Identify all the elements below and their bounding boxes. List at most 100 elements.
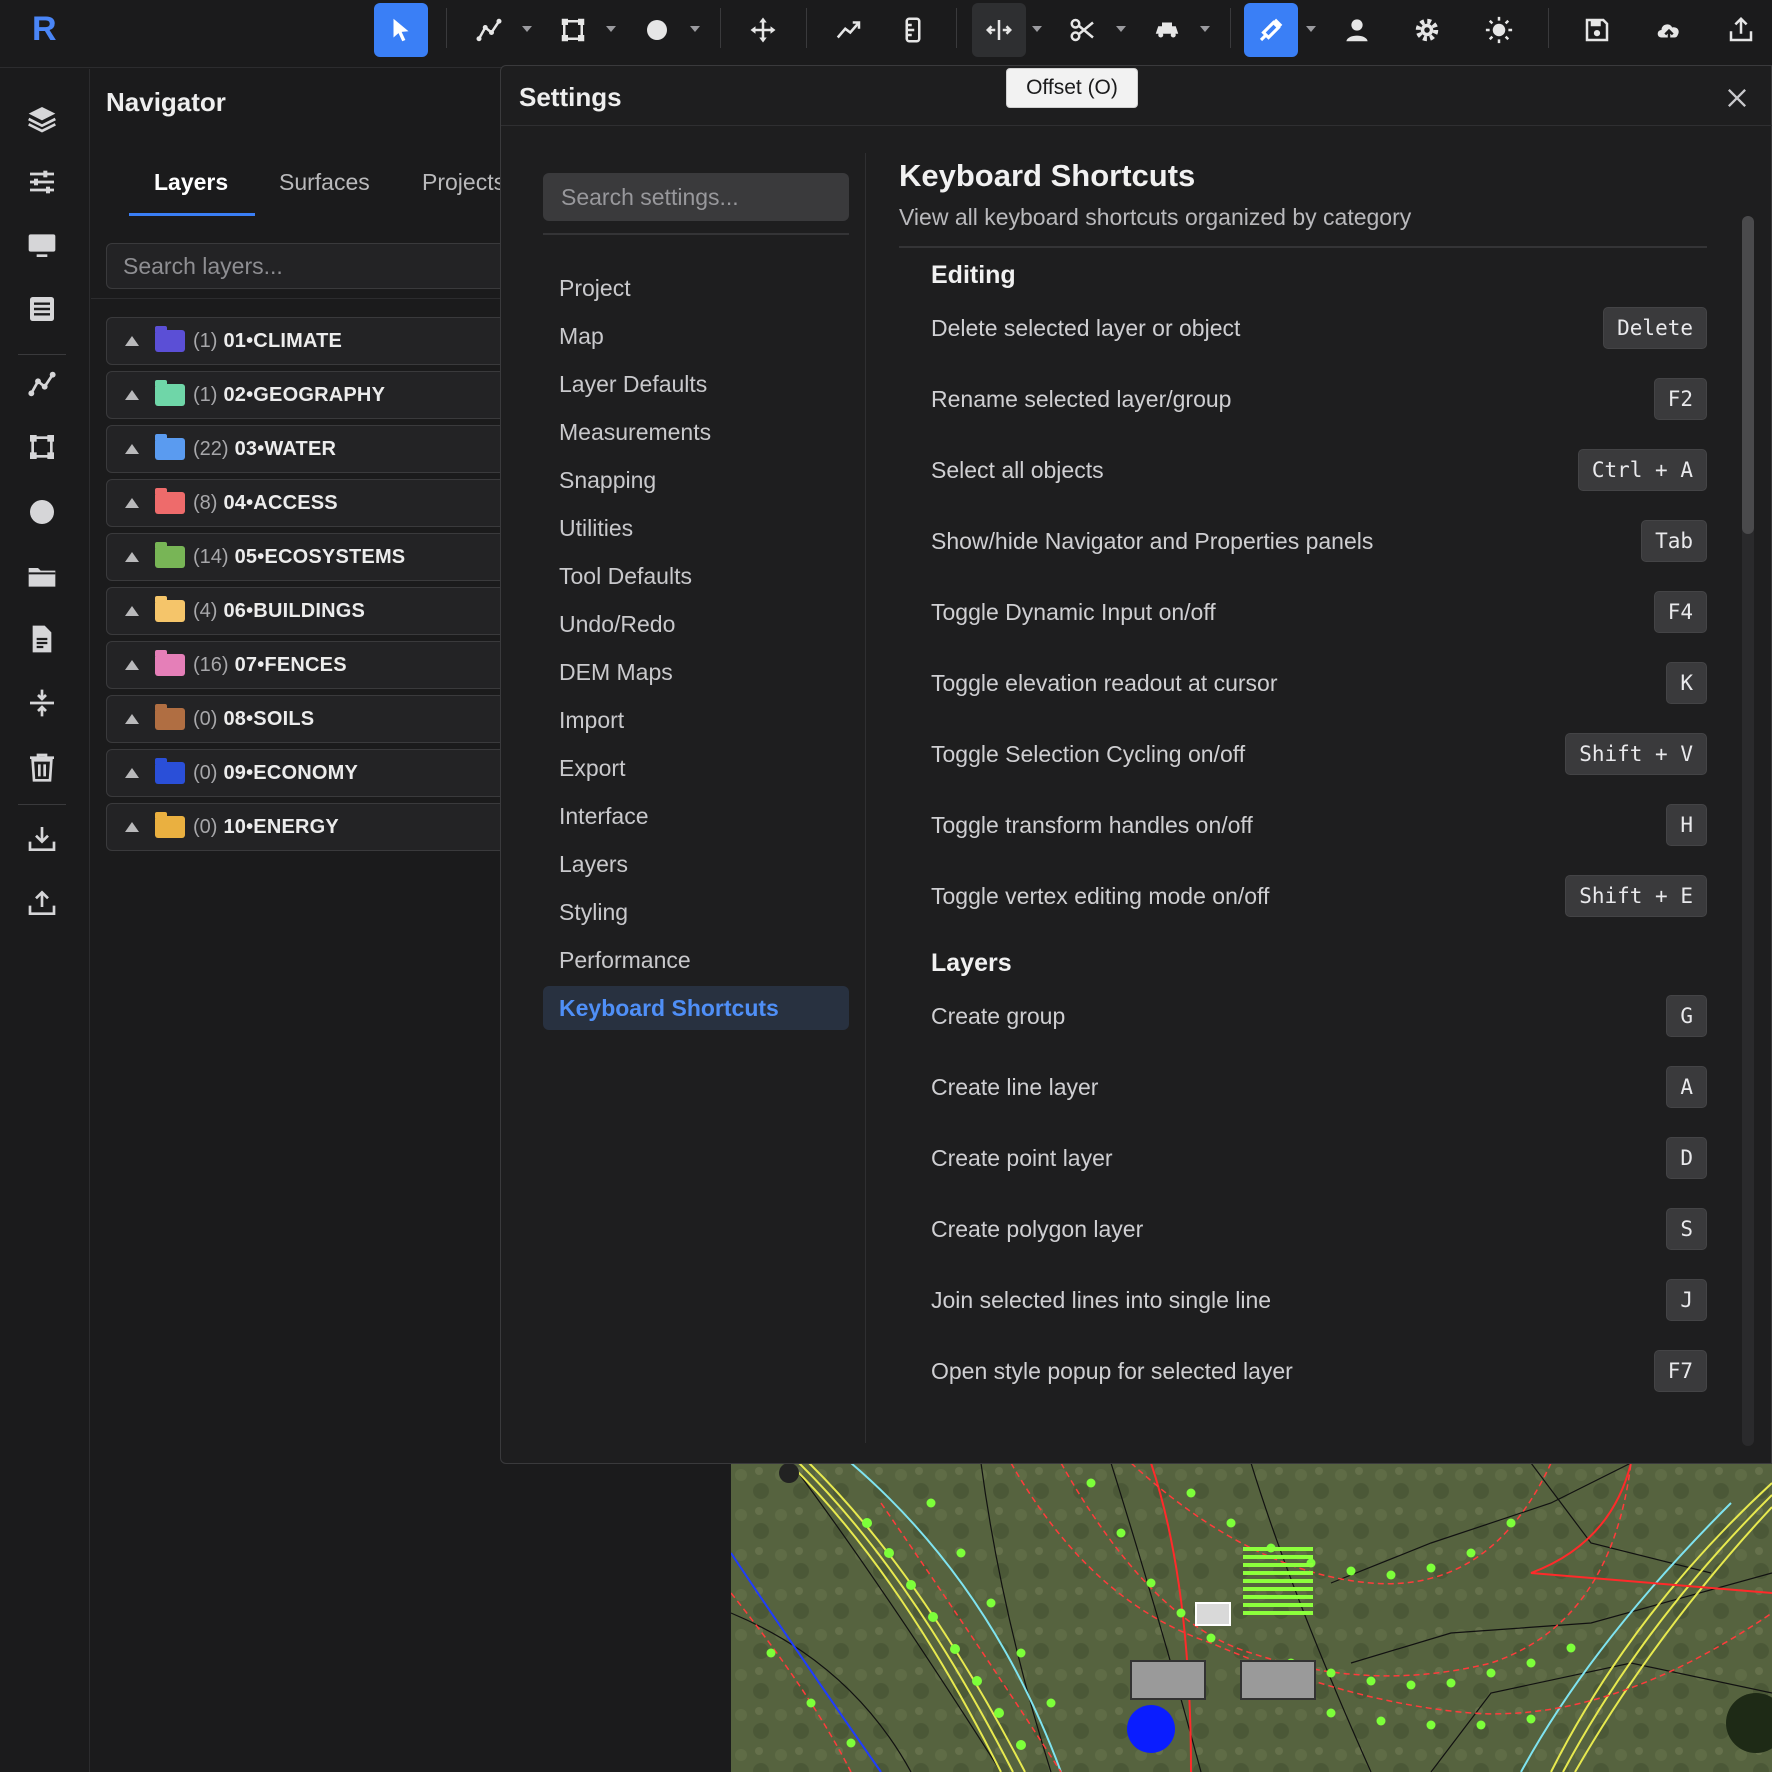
settings-menu-item[interactable]: Performance [543,938,849,982]
rail-delete-button[interactable] [22,747,62,787]
settings-menu-item[interactable]: Snapping [543,458,849,502]
theme-toggle-button[interactable] [1472,3,1526,57]
layers-panel-button[interactable] [22,99,62,139]
expand-arrow-icon[interactable] [125,552,139,562]
app-logo: R [32,10,57,48]
close-icon[interactable] [1723,84,1751,112]
shortcut-label: Create group [931,1002,1066,1029]
expand-arrow-icon[interactable] [125,336,139,346]
scrollbar-thumb[interactable] [1742,216,1754,534]
layer-group-row[interactable]: (16) 07•FENCES [106,641,526,689]
layer-name: 07•FENCES [234,653,347,676]
measure-tool-button[interactable] [886,3,940,57]
shortcut-row: Create point layer D [931,1136,1707,1180]
expand-arrow-icon[interactable] [125,714,139,724]
properties-panel-button[interactable] [22,162,62,202]
tab-surfaces[interactable]: Surfaces [279,169,370,196]
expand-arrow-icon[interactable] [125,444,139,454]
expand-arrow-icon[interactable] [125,822,139,832]
shortcut-row: Join selected lines into single line J [931,1278,1707,1322]
settings-menu-item[interactable]: Utilities [543,506,849,550]
settings-menu-item[interactable]: Keyboard Shortcuts [543,986,849,1030]
settings-menu-item[interactable]: DEM Maps [543,650,849,694]
rail-folder-button[interactable] [22,556,62,596]
chevron-down-icon[interactable] [688,22,702,36]
settings-menu-item[interactable]: Styling [543,890,849,934]
rail-compress-button[interactable] [22,683,62,723]
user-button[interactable] [1330,3,1384,57]
rail-point-tool[interactable] [22,492,62,532]
rail-document-button[interactable] [22,619,62,659]
settings-menu-item[interactable]: Layers [543,842,849,886]
shortcut-row: Create line layer A [931,1065,1707,1109]
settings-menu-item[interactable]: Measurements [543,410,849,454]
select-tool-button[interactable] [374,3,428,57]
share-icon [1729,16,1753,42]
rail-download-button[interactable] [22,819,62,859]
expand-arrow-icon[interactable] [125,390,139,400]
chevron-down-icon[interactable] [604,22,618,36]
layer-group-row[interactable]: (1) 02•GEOGRAPHY [106,371,526,419]
layer-name: 03•WATER [234,437,337,460]
layer-group-row[interactable]: (4) 06•BUILDINGS [106,587,526,635]
expand-arrow-icon[interactable] [125,768,139,778]
chevron-down-icon[interactable] [520,22,534,36]
offset-tool-button[interactable] [972,3,1026,57]
rail-polygon-tool[interactable] [22,427,62,467]
tab-layers[interactable]: Layers [154,169,228,196]
expand-arrow-icon[interactable] [125,498,139,508]
folder-icon [155,758,185,784]
draw-polygon-tool-button[interactable] [546,3,600,57]
left-rail [0,69,90,1772]
save-button[interactable] [1570,3,1624,57]
settings-menu-item[interactable]: Layer Defaults [543,362,849,406]
share-button[interactable] [1714,3,1768,57]
map-view[interactable] [731,1463,1772,1772]
display-panel-button[interactable] [22,225,62,265]
settings-menu-item[interactable]: Undo/Redo [543,602,849,646]
layer-group-row[interactable]: (0) 09•ECONOMY [106,749,526,797]
settings-button[interactable] [1400,3,1454,57]
settings-menu-item[interactable]: Tool Defaults [543,554,849,598]
profile-tool-button[interactable] [822,3,876,57]
settings-menu-item[interactable]: Interface [543,794,849,838]
layer-group-row[interactable]: (1) 01•CLIMATE [106,317,526,365]
vehicle-tool-button[interactable] [1140,3,1194,57]
snap-tool-button[interactable] [1244,3,1298,57]
polygon-icon [561,18,585,42]
list-panel-button[interactable] [22,289,62,329]
draw-line-tool-button[interactable] [462,3,516,57]
folder-icon [155,704,185,730]
chevron-down-icon[interactable] [1304,22,1318,36]
settings-menu-item[interactable]: Project [543,266,849,310]
shortcut-row: Toggle Selection Cycling on/off Shift + V [931,732,1707,776]
polyline-icon [476,18,502,42]
settings-title: Settings [519,82,622,112]
settings-menu-item[interactable]: Export [543,746,849,790]
move-tool-button[interactable] [736,3,790,57]
layer-group-row[interactable]: (0) 10•ENERGY [106,803,526,851]
cut-tool-button[interactable] [1056,3,1110,57]
layer-group-row[interactable]: (8) 04•ACCESS [106,479,526,527]
chevron-down-icon[interactable] [1030,22,1044,36]
settings-search-input[interactable] [543,173,849,221]
settings-menu-item[interactable]: Map [543,314,849,358]
tab-projects[interactable]: Projects [422,169,505,196]
shortcut-key: G [1666,995,1707,1037]
expand-arrow-icon[interactable] [125,606,139,616]
expand-arrow-icon[interactable] [125,660,139,670]
map-canvas[interactable] [731,1463,1772,1772]
shortcut-label: Create polygon layer [931,1215,1144,1242]
rail-line-tool[interactable] [22,364,62,404]
layer-search-input[interactable] [107,244,525,288]
settings-menu-item[interactable]: Import [543,698,849,742]
draw-point-tool-button[interactable] [630,3,684,57]
layer-group-row[interactable]: (22) 03•WATER [106,425,526,473]
chevron-down-icon[interactable] [1198,22,1212,36]
chevron-down-icon[interactable] [1114,22,1128,36]
cloud-upload-button[interactable] [1642,3,1696,57]
rail-upload-button[interactable] [22,883,62,923]
layer-count: (8) [193,491,218,514]
layer-group-row[interactable]: (0) 08•SOILS [106,695,526,743]
layer-group-row[interactable]: (14) 05•ECOSYSTEMS [106,533,526,581]
